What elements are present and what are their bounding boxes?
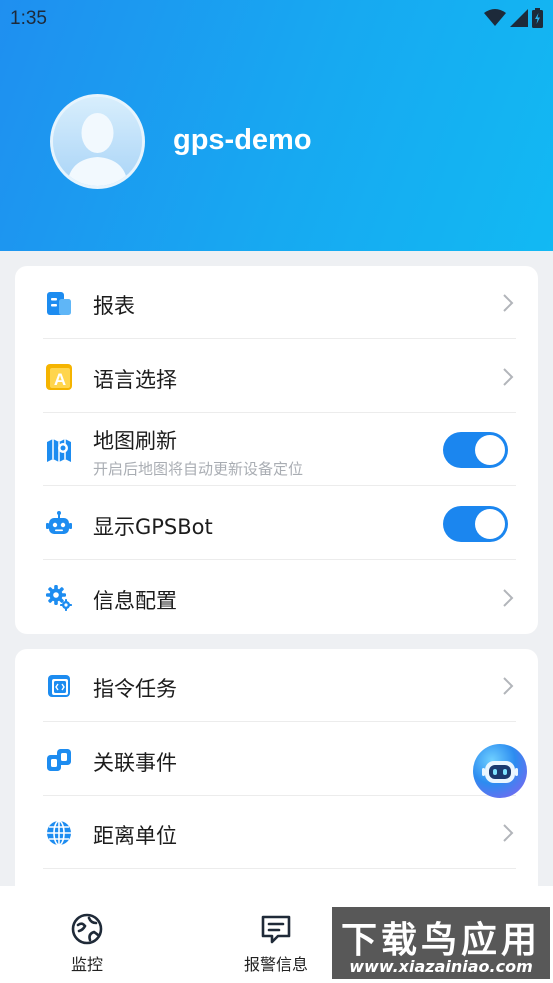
- toggle-knob: [475, 509, 505, 539]
- settings-item-description: 开启后地图将自动更新设备定位: [93, 460, 304, 478]
- nav-tab-label: 监控: [70, 955, 103, 974]
- monitor-icon: [71, 913, 103, 945]
- settings-item-label: 关联事件: [93, 751, 177, 775]
- settings-item-report[interactable]: 报表: [15, 266, 538, 339]
- settings-item-distance-unit[interactable]: 距离单位: [15, 796, 538, 869]
- settings-item-language[interactable]: A 语言选择: [15, 340, 538, 413]
- link-events-icon: [47, 749, 71, 771]
- map-refresh-icon: [47, 439, 71, 462]
- battery-charging-icon: [532, 8, 543, 28]
- divider: [43, 721, 516, 722]
- signal-icon: [510, 9, 528, 27]
- settings-card-primary: 报表 A 语言选择 地图刷新 开启后地图将自动更新设备定位 显示GPSBot 信…: [15, 266, 538, 634]
- settings-item-show-gpsbot: 显示GPSBot: [15, 487, 538, 560]
- globe-icon: [47, 820, 71, 846]
- username: gps-demo: [173, 124, 312, 156]
- alarm-message-icon: [261, 915, 291, 944]
- status-bar: 1:35: [0, 0, 553, 38]
- settings-item-linked-events[interactable]: 关联事件: [15, 723, 538, 796]
- settings-item-label: 语言选择: [93, 368, 177, 392]
- divider: [43, 485, 516, 486]
- chevron-right-icon: [503, 589, 514, 607]
- divider: [43, 559, 516, 560]
- settings-card-secondary: 指令任务 关联事件 距离单位: [15, 649, 538, 899]
- watermark-url: www.xiazainiao.com: [349, 957, 533, 976]
- language-icon: A: [46, 364, 72, 390]
- nav-tab-label: 报警信息: [243, 955, 308, 974]
- status-time: 1:35: [10, 8, 47, 29]
- settings-item-map-refresh: 地图刷新 开启后地图将自动更新设备定位: [15, 413, 538, 486]
- chevron-right-icon: [503, 677, 514, 695]
- divider: [43, 338, 516, 339]
- svg-text:A: A: [54, 370, 66, 389]
- settings-item-command-tasks[interactable]: 指令任务: [15, 649, 538, 722]
- avatar[interactable]: [50, 94, 145, 189]
- chevron-right-icon: [503, 368, 514, 386]
- gpsbot-floating-button[interactable]: [473, 744, 527, 798]
- settings-item-label: 信息配置: [93, 589, 177, 613]
- map-refresh-toggle[interactable]: [443, 432, 508, 468]
- settings-gears-icon: [46, 585, 72, 611]
- report-icon: [47, 292, 71, 315]
- command-icon: [48, 675, 70, 697]
- gpsbot-icon: [482, 761, 518, 783]
- settings-item-label: 显示GPSBot: [93, 515, 213, 539]
- avatar-placeholder-icon: [53, 97, 142, 186]
- divider: [43, 868, 516, 869]
- settings-item-label: 距离单位: [93, 824, 177, 848]
- settings-item-label: 地图刷新: [93, 429, 177, 453]
- watermark-overlay: 下载鸟应用 www.xiazainiao.com: [332, 907, 550, 979]
- wifi-icon: [484, 9, 506, 26]
- status-icons: [484, 8, 543, 28]
- toggle-knob: [475, 435, 505, 465]
- chevron-right-icon: [503, 824, 514, 842]
- profile-header: 1:35 gps-demo: [0, 0, 553, 251]
- robot-icon: [46, 511, 72, 534]
- show-gpsbot-toggle[interactable]: [443, 506, 508, 542]
- chevron-right-icon: [503, 294, 514, 312]
- watermark-title: 下载鸟应用: [340, 920, 541, 961]
- settings-item-label: 报表: [93, 294, 135, 318]
- settings-item-info-config[interactable]: 信息配置: [15, 561, 538, 634]
- settings-item-label: 指令任务: [93, 677, 177, 701]
